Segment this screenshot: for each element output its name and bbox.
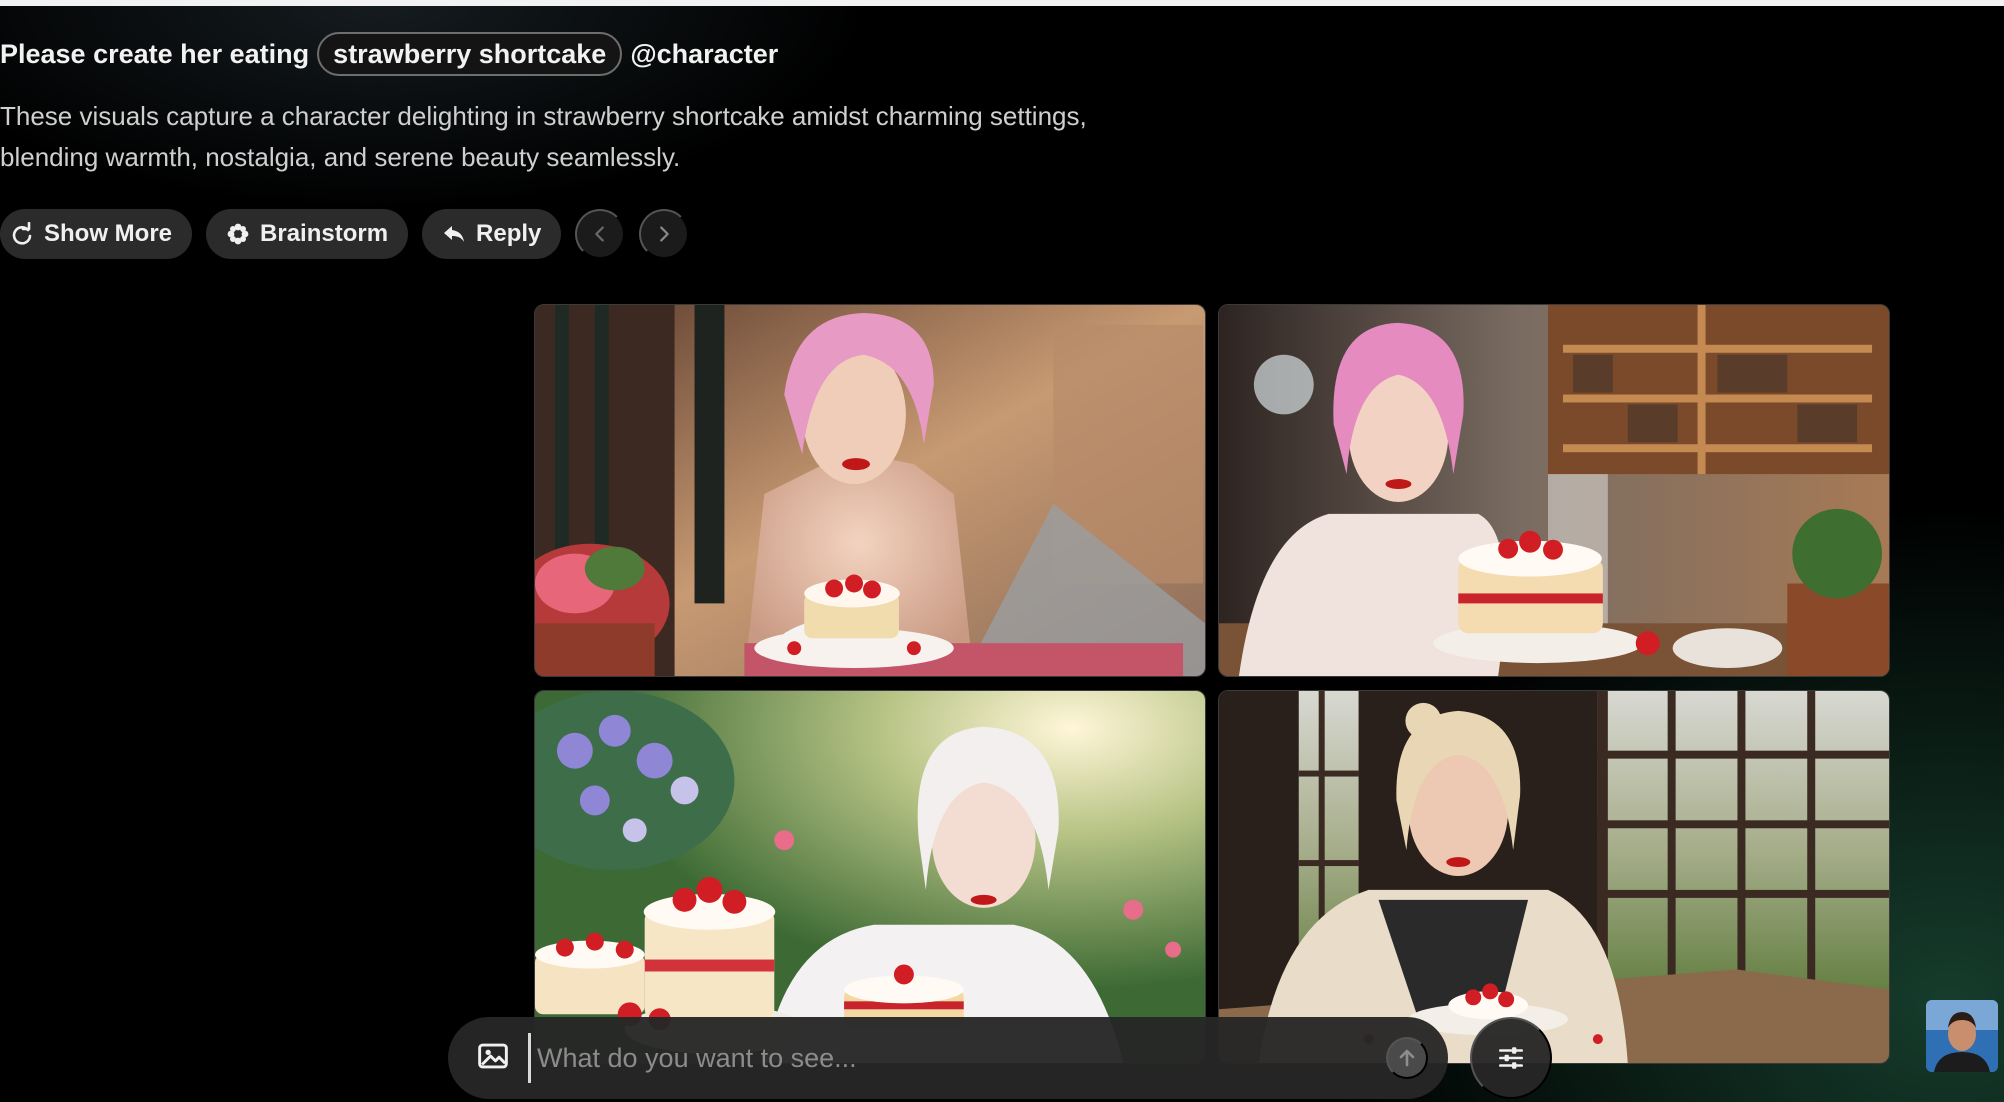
chevron-right-icon (660, 226, 670, 242)
generated-image-4[interactable] (1218, 690, 1890, 1064)
prompt-chip[interactable]: strawberry shortcake (317, 32, 623, 76)
top-strip (0, 0, 2004, 6)
reply-button[interactable]: Reply (422, 209, 562, 259)
chevron-left-icon (595, 226, 605, 242)
generated-image-3[interactable] (534, 690, 1206, 1064)
image-grid (534, 304, 1890, 1064)
response-description: These visuals capture a character deligh… (0, 101, 1087, 172)
image-icon[interactable] (476, 1039, 510, 1078)
sliders-icon (1499, 1047, 1523, 1069)
reply-icon (442, 222, 466, 246)
refresh-icon (10, 222, 34, 246)
action-bar: Show More Brainstorm Reply (0, 209, 690, 259)
prompt-line: Please create her eating strawberry shor… (0, 32, 778, 76)
prompt-input[interactable] (528, 1033, 1368, 1083)
show-more-label: Show More (44, 220, 173, 247)
reply-label: Reply (476, 220, 542, 247)
generated-image-1[interactable] (534, 304, 1206, 677)
generated-image-2[interactable] (1218, 304, 1890, 677)
brainstorm-label: Brainstorm (260, 220, 389, 247)
settings-button[interactable] (1470, 1017, 1552, 1099)
send-button[interactable] (1386, 1037, 1428, 1079)
composer-bar (448, 1017, 1448, 1099)
prev-button[interactable] (575, 209, 626, 259)
brainstorm-button[interactable]: Brainstorm (206, 209, 409, 259)
prompt-mention: @character (630, 38, 779, 69)
arrow-up-icon (1399, 1049, 1415, 1067)
show-more-button[interactable]: Show More (0, 209, 193, 259)
prompt-prefix: Please create her eating (0, 38, 310, 69)
next-button[interactable] (639, 209, 690, 259)
page: Please create her eating strawberry shor… (0, 0, 2004, 1102)
avatar[interactable] (1926, 1000, 1998, 1072)
flower-icon (226, 222, 250, 246)
